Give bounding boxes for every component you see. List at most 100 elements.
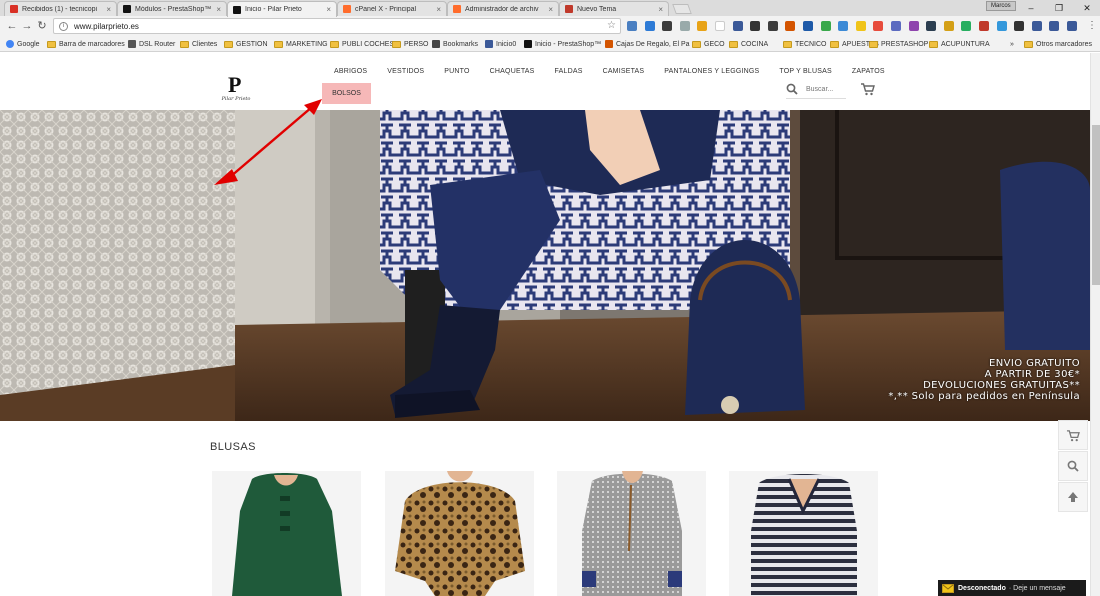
nav-item-pantalones-y-leggings[interactable]: PANTALONES Y LEGGINGS	[654, 65, 769, 79]
promo-line: *,** Solo para pedidos en Península	[888, 391, 1080, 402]
site-search[interactable]	[786, 80, 846, 99]
extension-icon[interactable]	[926, 21, 937, 31]
cpanel-icon	[343, 5, 351, 13]
main-navigation: ABRIGOS VESTIDOS PUNTO CHAQUETAS FALDAS CAMIS…	[324, 65, 895, 79]
extension-icon[interactable]	[1049, 21, 1060, 31]
new-tab-button[interactable]	[672, 4, 692, 14]
bookmark-item[interactable]: GECO	[692, 38, 725, 50]
nav-item-chaquetas[interactable]: CHAQUETAS	[480, 65, 545, 79]
extension-icon[interactable]	[627, 21, 637, 31]
product-card[interactable]	[385, 471, 534, 596]
close-icon[interactable]: ×	[658, 5, 663, 14]
extension-icon[interactable]	[803, 21, 813, 31]
profile-badge[interactable]: Marcos	[986, 1, 1016, 11]
extension-icon[interactable]	[908, 21, 919, 31]
extension-icon[interactable]	[644, 21, 655, 31]
tab-cpanel[interactable]: cPanel X - Principal ×	[337, 1, 447, 16]
product-card[interactable]	[212, 471, 361, 596]
close-icon[interactable]: ×	[548, 5, 553, 14]
extension-icon[interactable]	[838, 21, 849, 31]
tab-inicio[interactable]: Inicio - Pilar Prieto ×	[227, 1, 337, 17]
close-icon[interactable]: ×	[216, 5, 221, 14]
extension-icon[interactable]	[715, 21, 725, 31]
bookmark-item[interactable]: DSL Router	[128, 38, 175, 50]
site-logo[interactable]: P Pilar Prieto	[219, 74, 253, 106]
nav-item-abrigos[interactable]: ABRIGOS	[324, 65, 377, 79]
extension-icon[interactable]	[855, 21, 866, 31]
bookmark-item[interactable]: GESTION	[224, 38, 268, 50]
extension-icon[interactable]	[1031, 21, 1042, 31]
product-card[interactable]	[557, 471, 706, 596]
folder-icon	[274, 40, 283, 48]
tab-nuevo-tema[interactable]: Nuevo Tema ×	[559, 1, 669, 16]
extension-icon[interactable]	[820, 21, 831, 31]
extension-icon[interactable]	[961, 21, 972, 31]
extension-icon[interactable]	[873, 21, 884, 31]
live-chat-bar[interactable]: Desconectado · Deje un mensaje	[938, 580, 1086, 596]
forward-arrow-icon[interactable]: →	[21, 20, 33, 32]
browser-menu-icon[interactable]: ⋮	[1087, 20, 1097, 31]
bookmark-item[interactable]: Bookmarks	[432, 38, 478, 50]
bookmark-item[interactable]: MARKETING	[274, 38, 328, 50]
bookmark-item[interactable]: PERSO	[392, 38, 429, 50]
nav-item-bolsos[interactable]: BOLSOS	[322, 83, 371, 104]
bookmark-item[interactable]: PUBLI COCHES	[330, 38, 394, 50]
nav-item-camisetas[interactable]: CAMISETAS	[593, 65, 655, 79]
extension-icon[interactable]	[943, 21, 954, 31]
bookmark-item[interactable]: PRESTASHOP	[869, 38, 928, 50]
extension-icon[interactable]	[996, 21, 1007, 31]
bookmark-item[interactable]: ACUPUNTURA	[929, 38, 990, 50]
side-cart-button[interactable]	[1058, 420, 1088, 450]
reload-icon[interactable]: ↻	[36, 20, 48, 32]
nav-item-top-y-blusas[interactable]: TOP Y BLUSAS	[769, 65, 841, 79]
close-icon[interactable]: ×	[436, 5, 441, 14]
bookmark-item[interactable]: COCINA	[729, 38, 768, 50]
tab-gmail[interactable]: Recibidos (1) - tecnicopi ×	[4, 1, 117, 16]
maximize-button[interactable]: ❐	[1052, 2, 1066, 14]
extension-icon[interactable]	[785, 21, 796, 31]
extension-icon[interactable]	[1067, 21, 1077, 31]
tab-administrador[interactable]: Administrador de archiv ×	[447, 1, 559, 16]
cart-icon[interactable]	[860, 82, 875, 96]
bookmark-item[interactable]: Inicio - PrestaShop™	[524, 38, 601, 50]
page-scrollbar[interactable]	[1090, 53, 1100, 596]
extension-icon[interactable]	[732, 21, 743, 31]
extension-icon[interactable]	[679, 21, 690, 31]
back-to-top-button[interactable]	[1058, 482, 1088, 512]
extension-icon[interactable]	[891, 21, 901, 31]
address-bar[interactable]: i ☆	[53, 18, 621, 34]
nav-item-faldas[interactable]: FALDAS	[545, 65, 593, 79]
info-icon[interactable]: i	[59, 21, 68, 31]
close-icon[interactable]: ×	[106, 5, 111, 14]
other-bookmarks[interactable]: Otros marcadores	[1024, 38, 1092, 50]
hero-banner[interactable]: ENVIO GRATUITO A PARTIR DE 30€* DEVOLUCI…	[0, 110, 1090, 421]
bookmark-item[interactable]: Barra de marcadores	[47, 38, 125, 50]
close-icon[interactable]: ×	[326, 5, 331, 14]
bookmark-item[interactable]: TECNICO	[783, 38, 827, 50]
extension-icon[interactable]	[767, 21, 778, 31]
nav-item-punto[interactable]: PUNTO	[434, 65, 479, 79]
search-icon[interactable]	[786, 83, 798, 95]
bookmarks-overflow-button[interactable]: »	[1010, 38, 1014, 50]
tab-modulos[interactable]: Módulos - PrestaShop™ ×	[117, 1, 227, 16]
search-input[interactable]	[806, 85, 842, 93]
nav-item-vestidos[interactable]: VESTIDOS	[377, 65, 434, 79]
extension-icon[interactable]	[750, 21, 761, 31]
extension-icon[interactable]	[979, 21, 989, 31]
minimize-button[interactable]: –	[1024, 2, 1038, 14]
close-window-button[interactable]: ✕	[1080, 2, 1094, 14]
url-input[interactable]	[74, 21, 594, 31]
bookmark-item[interactable]: Clientes	[180, 38, 217, 50]
scrollbar-thumb[interactable]	[1092, 125, 1100, 285]
product-card[interactable]	[729, 471, 878, 596]
nav-item-zapatos[interactable]: ZAPATOS	[842, 65, 895, 79]
bookmark-item[interactable]: Inicio0	[485, 38, 516, 50]
bookmark-item[interactable]: Cajas De Regalo, El Pa	[605, 38, 690, 50]
extension-icon[interactable]	[1014, 21, 1025, 31]
extension-icon[interactable]	[697, 21, 708, 31]
bookmark-star-icon[interactable]: ☆	[607, 20, 616, 31]
bookmark-item[interactable]: Google	[6, 38, 40, 50]
extension-icon[interactable]	[662, 21, 673, 31]
side-search-button[interactable]	[1058, 451, 1088, 481]
back-arrow-icon[interactable]: ←	[6, 20, 18, 32]
